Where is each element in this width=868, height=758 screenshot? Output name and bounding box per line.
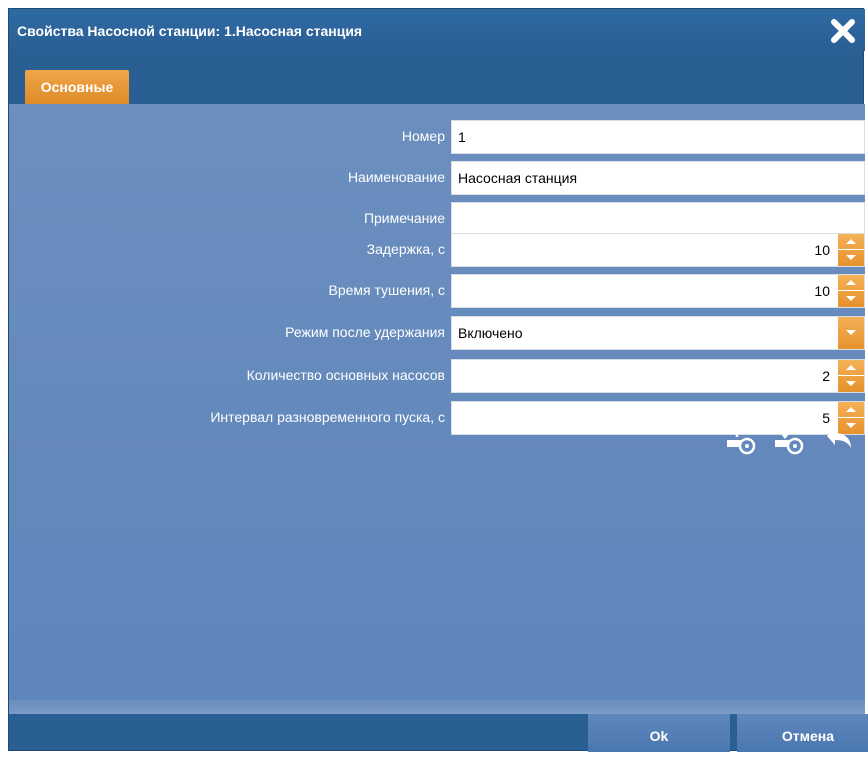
delay-stepper[interactable]: 10 <box>451 233 865 267</box>
extinguish-time-value: 10 <box>814 283 830 299</box>
arrow-up-icon <box>846 407 856 412</box>
row-after-hold-mode: Режим после удержания Включено <box>9 316 865 350</box>
download-disk-icon <box>775 427 804 455</box>
chevron-down-icon <box>846 330 856 335</box>
name-field[interactable]: Насосная станция <box>451 161 865 195</box>
properties-dialog: Свойства Насосной станции: 1.Насосная ст… <box>8 8 868 752</box>
close-button[interactable] <box>829 17 857 45</box>
row-extinguish-time: Время тушения, с 10 <box>9 274 865 308</box>
cancel-button[interactable]: Отмена <box>737 714 868 752</box>
main-pumps-count-label: Количество основных насосов <box>246 367 445 383</box>
extinguish-time-decrement-button[interactable] <box>838 291 864 307</box>
undo-icon <box>827 428 851 448</box>
after-hold-mode-dropdown-button[interactable] <box>838 317 864 349</box>
delay-value: 10 <box>814 242 830 258</box>
name-value: Насосная станция <box>458 170 578 186</box>
extinguish-time-stepper[interactable]: 10 <box>451 274 865 308</box>
form-panel: Номер 1 Наименование Насосная станция Пр… <box>9 104 865 714</box>
row-note: Примечание <box>9 202 865 236</box>
delay-spin <box>838 234 864 266</box>
arrow-up-icon <box>846 365 856 370</box>
note-label: Примечание <box>363 210 445 226</box>
main-pumps-count-spin <box>838 360 864 392</box>
staggered-start-interval-increment-button[interactable] <box>838 402 864 418</box>
download-config-button[interactable] <box>773 424 807 458</box>
arrow-down-icon <box>846 381 856 386</box>
row-delay: Задержка, с 10 <box>9 233 865 267</box>
close-icon <box>831 19 855 43</box>
arrow-down-icon <box>846 255 856 260</box>
arrow-up-icon <box>846 280 856 285</box>
number-label: Номер <box>401 128 445 144</box>
arrow-up-icon <box>846 239 856 244</box>
extinguish-time-increment-button[interactable] <box>838 275 864 291</box>
staggered-start-interval-label: Интервал разновременного пуска, с <box>210 409 445 425</box>
delay-decrement-button[interactable] <box>838 250 864 266</box>
delay-label: Задержка, с <box>366 241 445 257</box>
note-field[interactable] <box>451 202 865 236</box>
delay-increment-button[interactable] <box>838 234 864 250</box>
row-number: Номер 1 <box>9 120 865 154</box>
upload-disk-icon <box>727 424 756 455</box>
row-main-pumps-count: Количество основных насосов 2 <box>9 359 865 393</box>
row-name: Наименование Насосная станция <box>9 161 865 195</box>
after-hold-mode-label: Режим после удержания <box>285 324 445 340</box>
name-label: Наименование <box>347 169 445 185</box>
main-pumps-count-stepper[interactable]: 2 <box>451 359 865 393</box>
number-field[interactable]: 1 <box>451 120 865 154</box>
extinguish-time-label: Время тушения, с <box>328 282 445 298</box>
main-pumps-count-decrement-button[interactable] <box>838 376 864 392</box>
arrow-down-icon <box>846 296 856 301</box>
after-hold-mode-value: Включено <box>458 325 523 341</box>
undo-button[interactable] <box>821 424 855 458</box>
panel-bottom-strip <box>9 700 865 714</box>
dialog-title: Свойства Насосной станции: 1.Насосная ст… <box>17 23 363 39</box>
extinguish-time-spin <box>838 275 864 307</box>
ok-button[interactable]: Ok <box>588 714 730 752</box>
title-bar: Свойства Насосной станции: 1.Насосная ст… <box>9 9 865 51</box>
after-hold-mode-select[interactable]: Включено <box>451 316 865 350</box>
main-pumps-count-increment-button[interactable] <box>838 360 864 376</box>
tab-general[interactable]: Основные <box>25 70 129 104</box>
main-pumps-count-value: 2 <box>822 368 830 384</box>
number-value: 1 <box>458 129 466 145</box>
upload-config-button[interactable] <box>725 424 759 458</box>
